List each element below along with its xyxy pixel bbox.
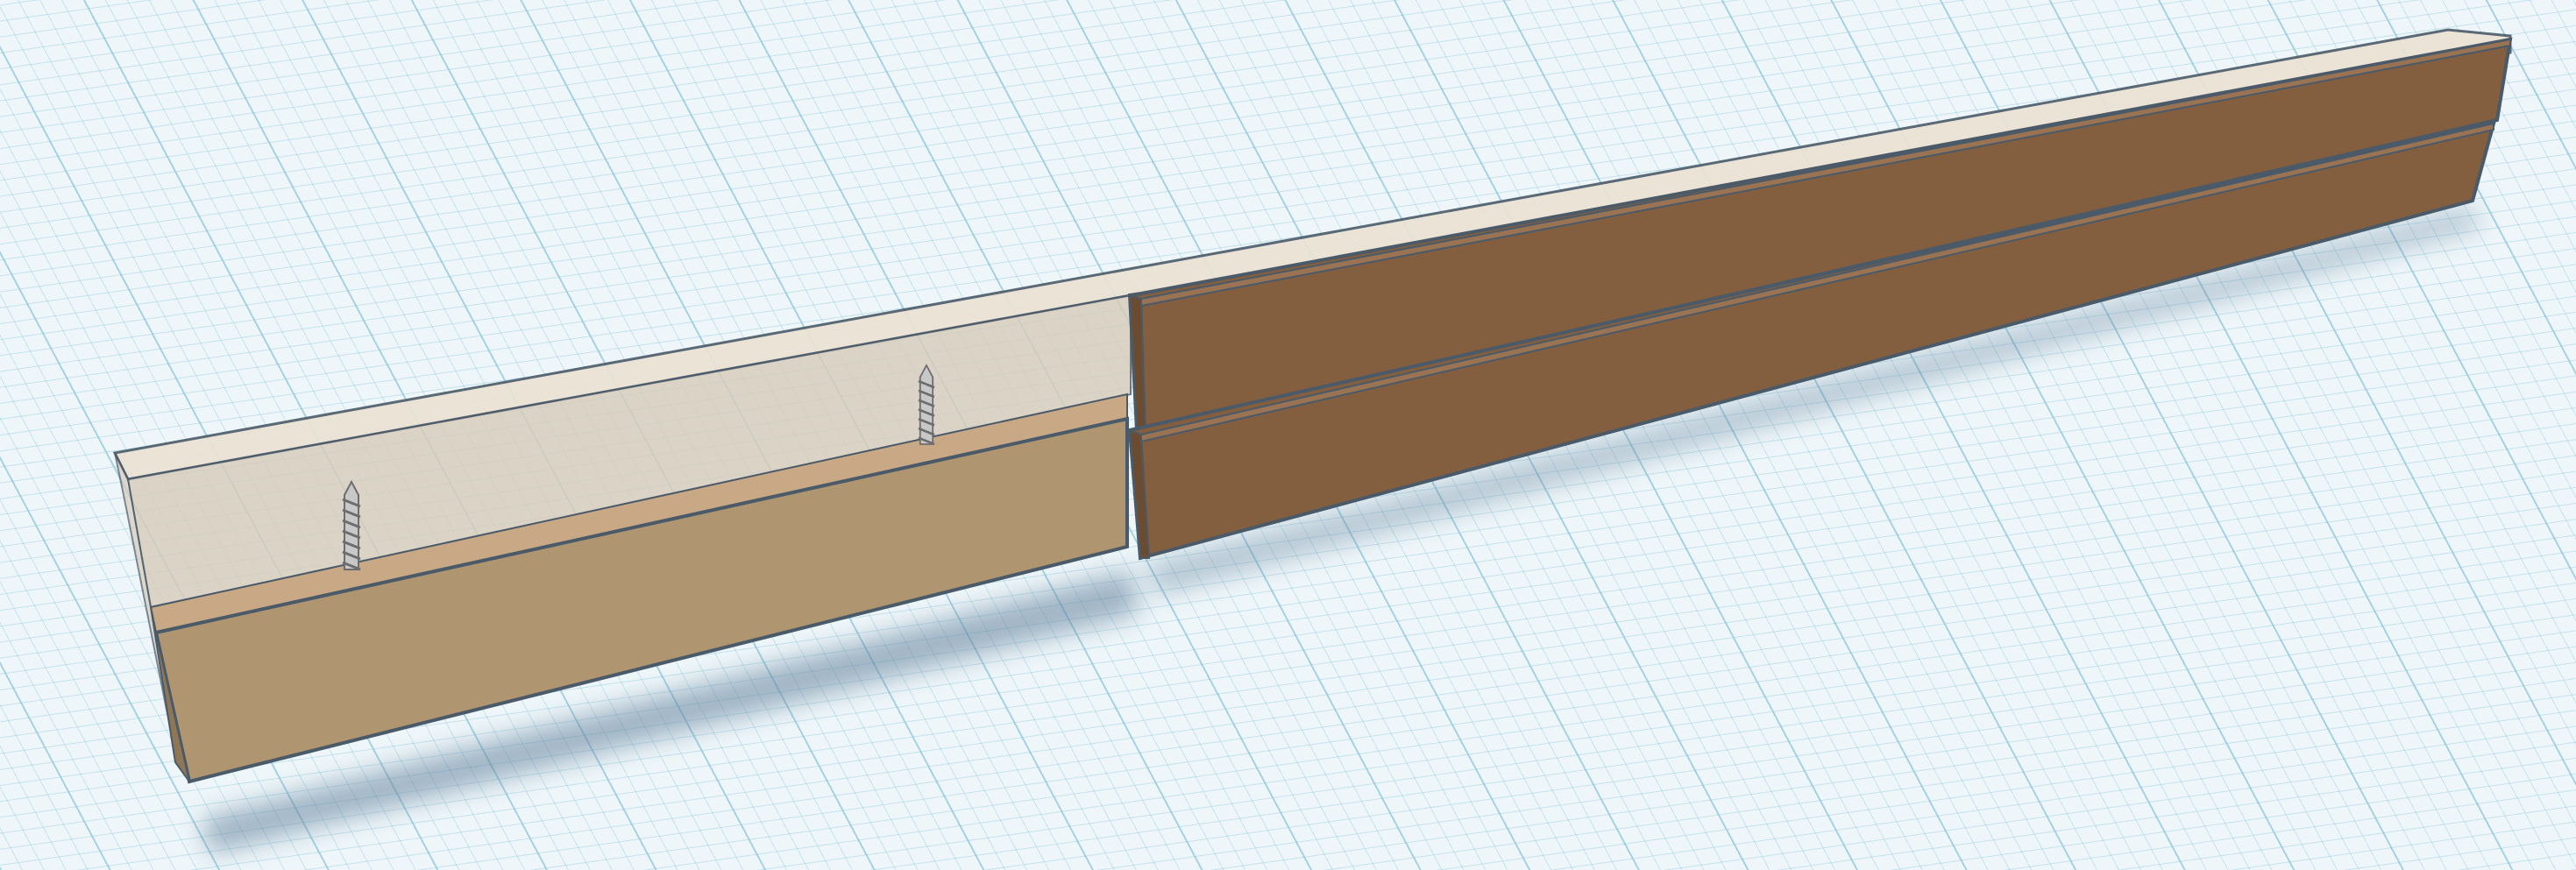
screw-2[interactable]	[917, 364, 936, 446]
screw-1[interactable]	[341, 480, 362, 571]
scene[interactable]	[0, 0, 2576, 870]
